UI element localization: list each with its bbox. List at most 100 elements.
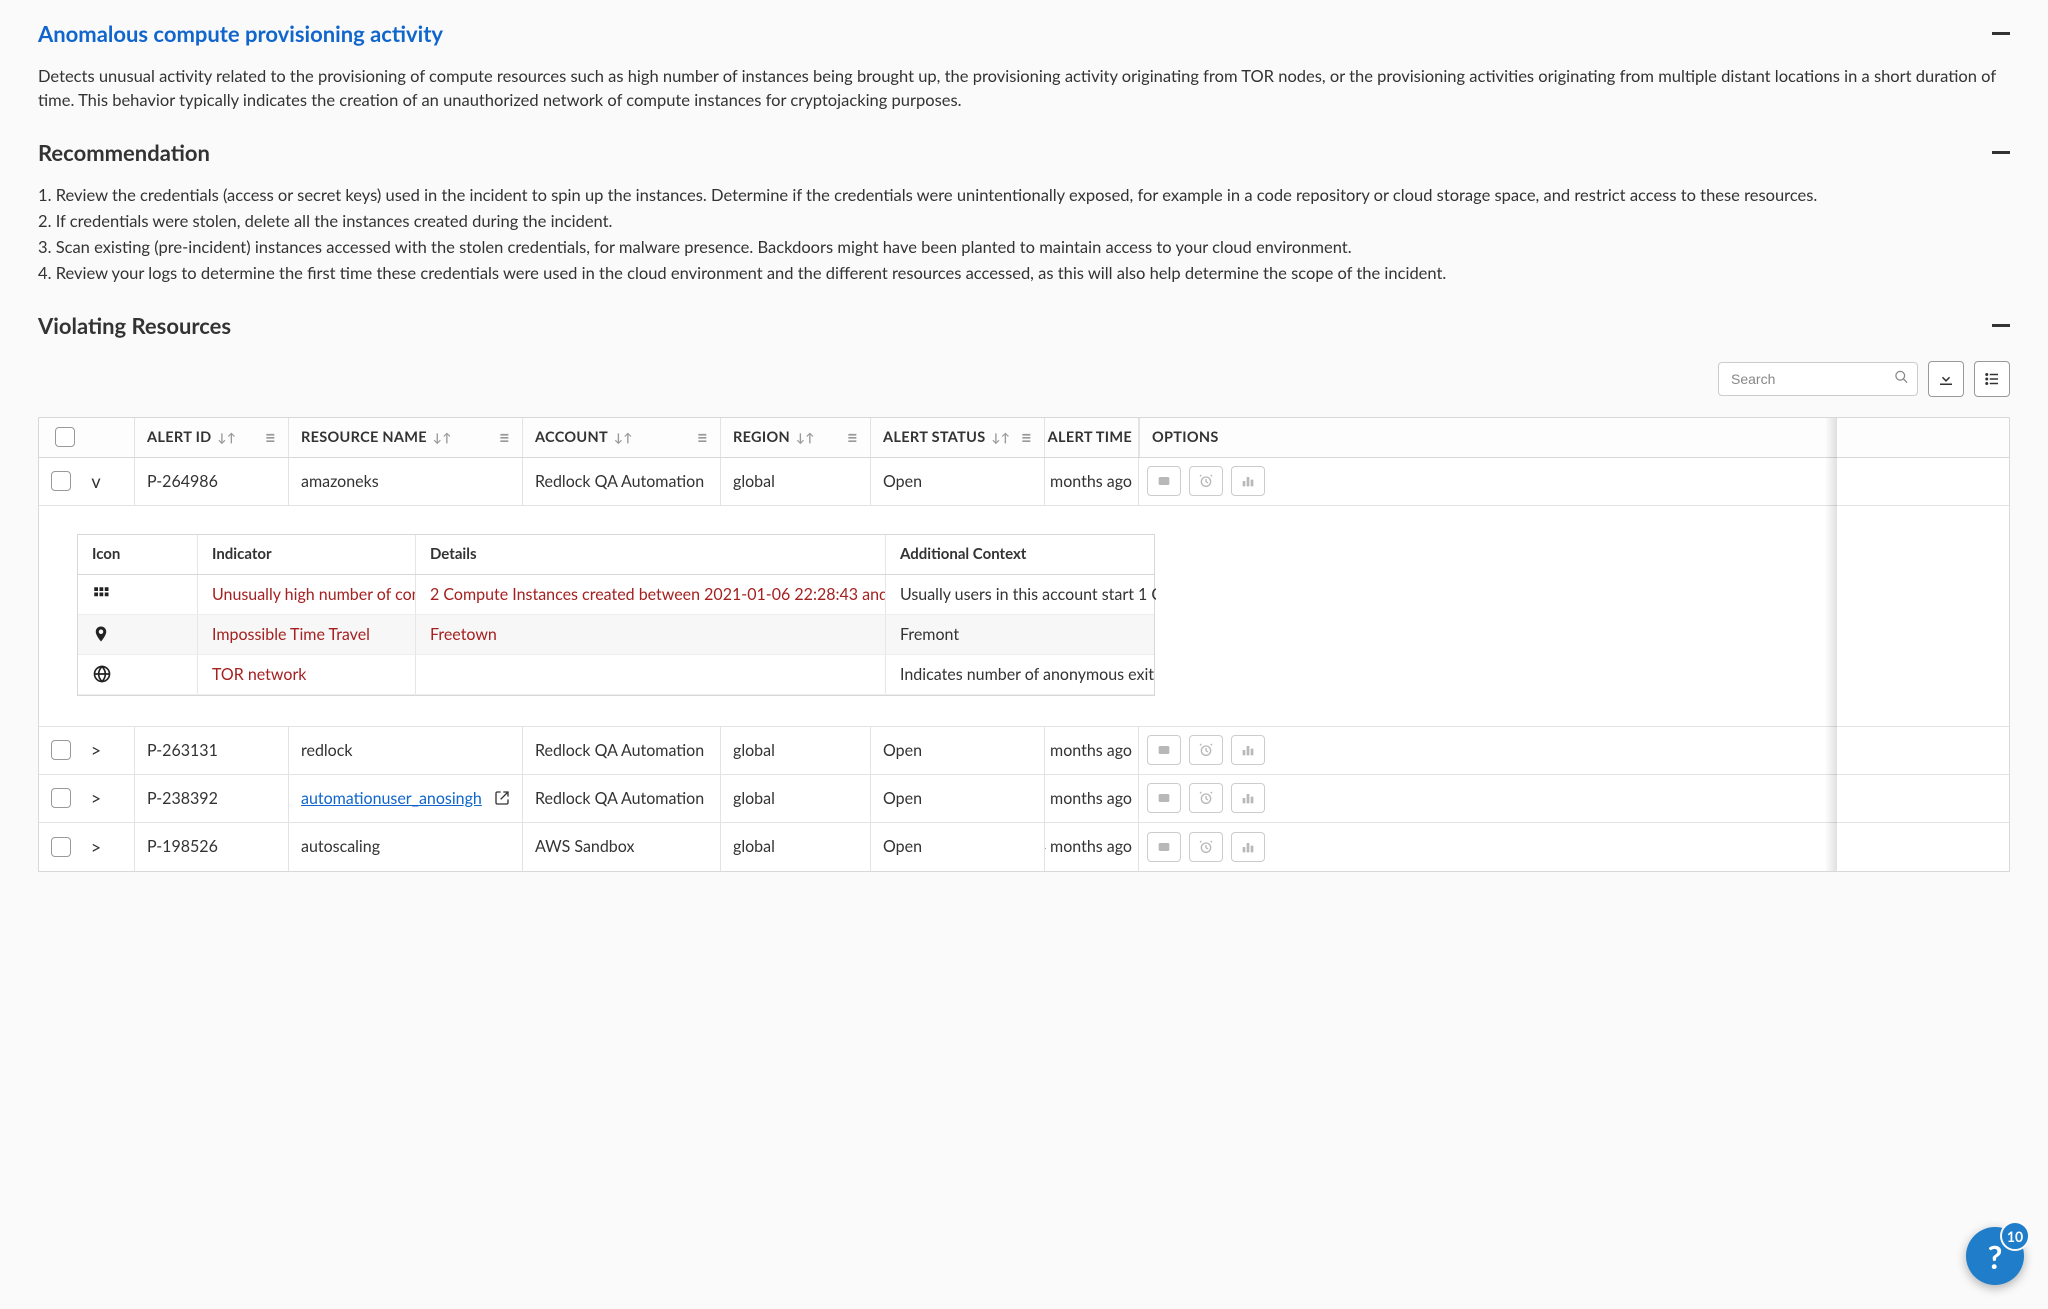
sub-context: Indicates number of anonymous exit no	[886, 655, 1156, 694]
sub-indicator: TOR network	[198, 655, 416, 694]
sub-details	[416, 655, 886, 694]
action-view-icon[interactable]	[1147, 735, 1181, 765]
cell-alert-id: P-238392	[135, 775, 289, 822]
col-alert-id[interactable]: ALERT ID	[147, 429, 212, 446]
sub-details: Freetown	[416, 615, 886, 654]
sub-context: Usually users in this account start 1 Co	[886, 575, 1156, 614]
recommendation-item: 1. Review the credentials (access or sec…	[38, 184, 2010, 208]
action-chart-icon[interactable]	[1231, 832, 1265, 862]
row-checkbox[interactable]	[51, 837, 71, 857]
download-button[interactable]	[1928, 361, 1964, 397]
col-account[interactable]: ACCOUNT	[535, 429, 608, 446]
cell-account: Redlock QA Automation	[523, 775, 721, 822]
cell-alert-id: P-263131	[135, 727, 289, 774]
cell-region: global	[721, 458, 871, 505]
globe-icon	[92, 664, 112, 684]
cell-resource-link[interactable]: automationuser_anosingh	[301, 789, 482, 808]
column-menu-icon[interactable]: ≡	[499, 426, 510, 448]
search-input[interactable]	[1718, 362, 1918, 396]
action-snooze-icon[interactable]	[1189, 783, 1223, 813]
sub-col-context: Additional Context	[886, 535, 1156, 574]
table-row: > P-263131 redlock Redlock QA Automation…	[39, 727, 2009, 775]
expand-toggle[interactable]: >	[87, 739, 105, 761]
row-checkbox[interactable]	[51, 471, 71, 491]
column-menu-icon[interactable]: ≡	[697, 426, 708, 448]
grid-icon	[92, 585, 110, 603]
violating-table: ALERT ID↓↑≡ RESOURCE NAME↓↑≡ ACCOUNT↓↑≡ …	[38, 417, 2010, 872]
sort-icon[interactable]: ↓↑	[614, 430, 633, 445]
expand-toggle[interactable]: >	[87, 787, 105, 809]
help-icon: ?	[1988, 1237, 2003, 1276]
sub-indicator: Impossible Time Travel	[198, 615, 416, 654]
sub-col-details: Details	[416, 535, 886, 574]
table-row: > P-238392 automationuser_anosingh Redlo…	[39, 775, 2009, 823]
sub-table-wrap: Icon Indicator Details Additional Contex…	[39, 506, 2009, 727]
column-menu-icon[interactable]: ≡	[265, 426, 276, 448]
collapse-icon[interactable]	[1992, 151, 2010, 154]
policy-title[interactable]: Anomalous compute provisioning activity	[38, 20, 443, 47]
action-chart-icon[interactable]	[1231, 466, 1265, 496]
expand-toggle[interactable]: v	[87, 470, 105, 492]
cell-resource: amazoneks	[289, 458, 523, 505]
table-row: > P-198526 autoscaling AWS Sandbox globa…	[39, 823, 2009, 871]
sub-col-icon: Icon	[78, 535, 198, 574]
action-chart-icon[interactable]	[1231, 735, 1265, 765]
cell-account: AWS Sandbox	[523, 823, 721, 871]
cell-account: Redlock QA Automation	[523, 458, 721, 505]
help-badge: 10	[2002, 1223, 2028, 1249]
col-region[interactable]: REGION	[733, 429, 790, 446]
action-snooze-icon[interactable]	[1189, 832, 1223, 862]
col-status[interactable]: ALERT STATUS	[883, 429, 985, 446]
sort-icon[interactable]: ↓↑	[218, 430, 237, 445]
sort-icon[interactable]: ↓↑	[433, 430, 452, 445]
cell-resource: autoscaling	[289, 823, 523, 871]
pin-icon	[92, 623, 110, 645]
action-view-icon[interactable]	[1147, 832, 1181, 862]
column-menu-icon[interactable]: ≡	[847, 426, 858, 448]
cell-region: global	[721, 727, 871, 774]
action-view-icon[interactable]	[1147, 466, 1181, 496]
sort-icon[interactable]: ↓↑	[991, 430, 1010, 445]
external-link-icon[interactable]	[494, 790, 510, 806]
recommendation-item: 3. Scan existing (pre-incident) instance…	[38, 236, 2010, 260]
recommendation-item: 2. If credentials were stolen, delete al…	[38, 210, 2010, 234]
cell-region: global	[721, 823, 871, 871]
collapse-icon[interactable]	[1992, 324, 2010, 327]
table-row: v P-264986 amazoneks Redlock QA Automati…	[39, 458, 2009, 506]
row-checkbox[interactable]	[51, 788, 71, 808]
sub-indicator: Unusually high number of com…	[198, 575, 416, 614]
cell-time: 3 months ago	[1045, 727, 1139, 774]
column-menu-icon[interactable]: ≡	[1021, 426, 1032, 448]
sub-row: TOR network Indicates number of anonymou…	[78, 655, 1154, 695]
recommendation-item: 4. Review your logs to determine the fir…	[38, 262, 2010, 286]
cell-alert-id: P-198526	[135, 823, 289, 871]
help-button[interactable]: ? 10	[1966, 1227, 2024, 1285]
cell-status: Open	[871, 727, 1045, 774]
columns-button[interactable]	[1974, 361, 2010, 397]
sub-context: Fremont	[886, 615, 1156, 654]
cell-status: Open	[871, 458, 1045, 505]
action-view-icon[interactable]	[1147, 783, 1181, 813]
recommendation-title: Recommendation	[38, 139, 210, 166]
sort-icon[interactable]: ↓↑	[796, 430, 815, 445]
sub-row: Unusually high number of com… 2 Compute …	[78, 575, 1154, 615]
cell-time: 4 months ago	[1045, 823, 1139, 871]
cell-status: Open	[871, 823, 1045, 871]
sub-details: 2 Compute Instances created between 2021…	[416, 575, 886, 614]
action-snooze-icon[interactable]	[1189, 735, 1223, 765]
cell-resource: redlock	[289, 727, 523, 774]
cell-time: 3 months ago	[1045, 458, 1139, 505]
action-snooze-icon[interactable]	[1189, 466, 1223, 496]
cell-alert-id: P-264986	[135, 458, 289, 505]
cell-time: 3 months ago	[1045, 775, 1139, 822]
col-time[interactable]: ALERT TIME	[1048, 429, 1132, 446]
expand-toggle[interactable]: >	[87, 836, 105, 858]
action-chart-icon[interactable]	[1231, 783, 1265, 813]
row-checkbox[interactable]	[51, 740, 71, 760]
policy-description: Detects unusual activity related to the …	[38, 65, 2010, 113]
cell-account: Redlock QA Automation	[523, 727, 721, 774]
col-options: OPTIONS	[1152, 429, 1219, 446]
select-all-checkbox[interactable]	[55, 427, 75, 447]
col-resource[interactable]: RESOURCE NAME	[301, 429, 427, 446]
collapse-icon[interactable]	[1992, 32, 2010, 35]
